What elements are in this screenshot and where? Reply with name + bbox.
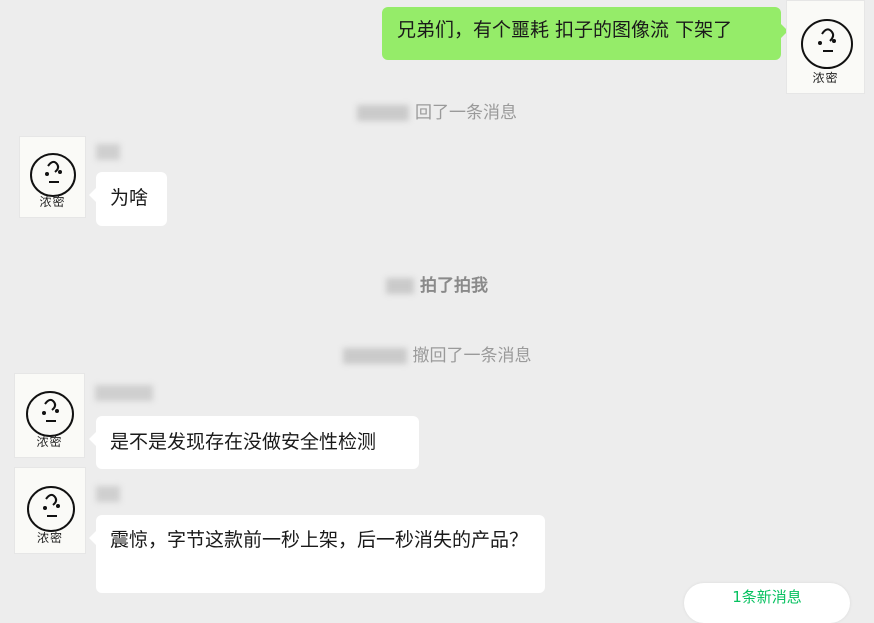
message-text: 是不是发现存在没做安全性检测 [110, 431, 377, 453]
message-bubble-incoming[interactable]: 是不是发现存在没做安全性检测 [89, 416, 419, 469]
blurred-name [342, 348, 407, 364]
system-notice-pat: 拍了拍我 [0, 271, 874, 296]
avatar[interactable]: 浓密 [14, 467, 86, 554]
blurred-name [386, 278, 414, 294]
avatar-caption: 浓密 [812, 71, 839, 85]
message-bubble-incoming[interactable]: 为啥 [89, 172, 167, 226]
avatar-caption: 浓密 [36, 531, 63, 545]
message-bubble-outgoing[interactable]: 兄弟们，有个噩耗 扣子的图像流 下架了 [382, 7, 788, 60]
new-messages-button[interactable]: 1条新消息 [684, 583, 850, 623]
sender-name-blurred [95, 385, 153, 401]
message-bubble-incoming[interactable]: 震惊，字节这款前一秒上架，后一秒消失的产品？ [89, 515, 545, 593]
message-text: 兄弟们，有个噩耗 扣子的图像流 下架了 [397, 19, 733, 41]
avatar[interactable]: 浓密 [786, 0, 865, 94]
avatar[interactable]: 浓密 [14, 373, 85, 458]
sender-name-blurred [96, 144, 120, 160]
system-notice-recall: 回了一条消息 [0, 98, 874, 123]
message-text: 为啥 [110, 187, 149, 209]
avatar-caption: 浓密 [36, 435, 63, 449]
message-text: 震惊，字节这款前一秒上架，后一秒消失的产品？ [110, 529, 529, 551]
avatar-caption: 浓密 [39, 195, 66, 209]
avatar[interactable]: 浓密 [19, 136, 86, 218]
system-notice-recall: 撤回了一条消息 [0, 341, 874, 366]
sender-name-blurred [96, 486, 120, 502]
new-messages-label: 1条新消息 [732, 588, 802, 606]
blurred-name [357, 105, 409, 121]
